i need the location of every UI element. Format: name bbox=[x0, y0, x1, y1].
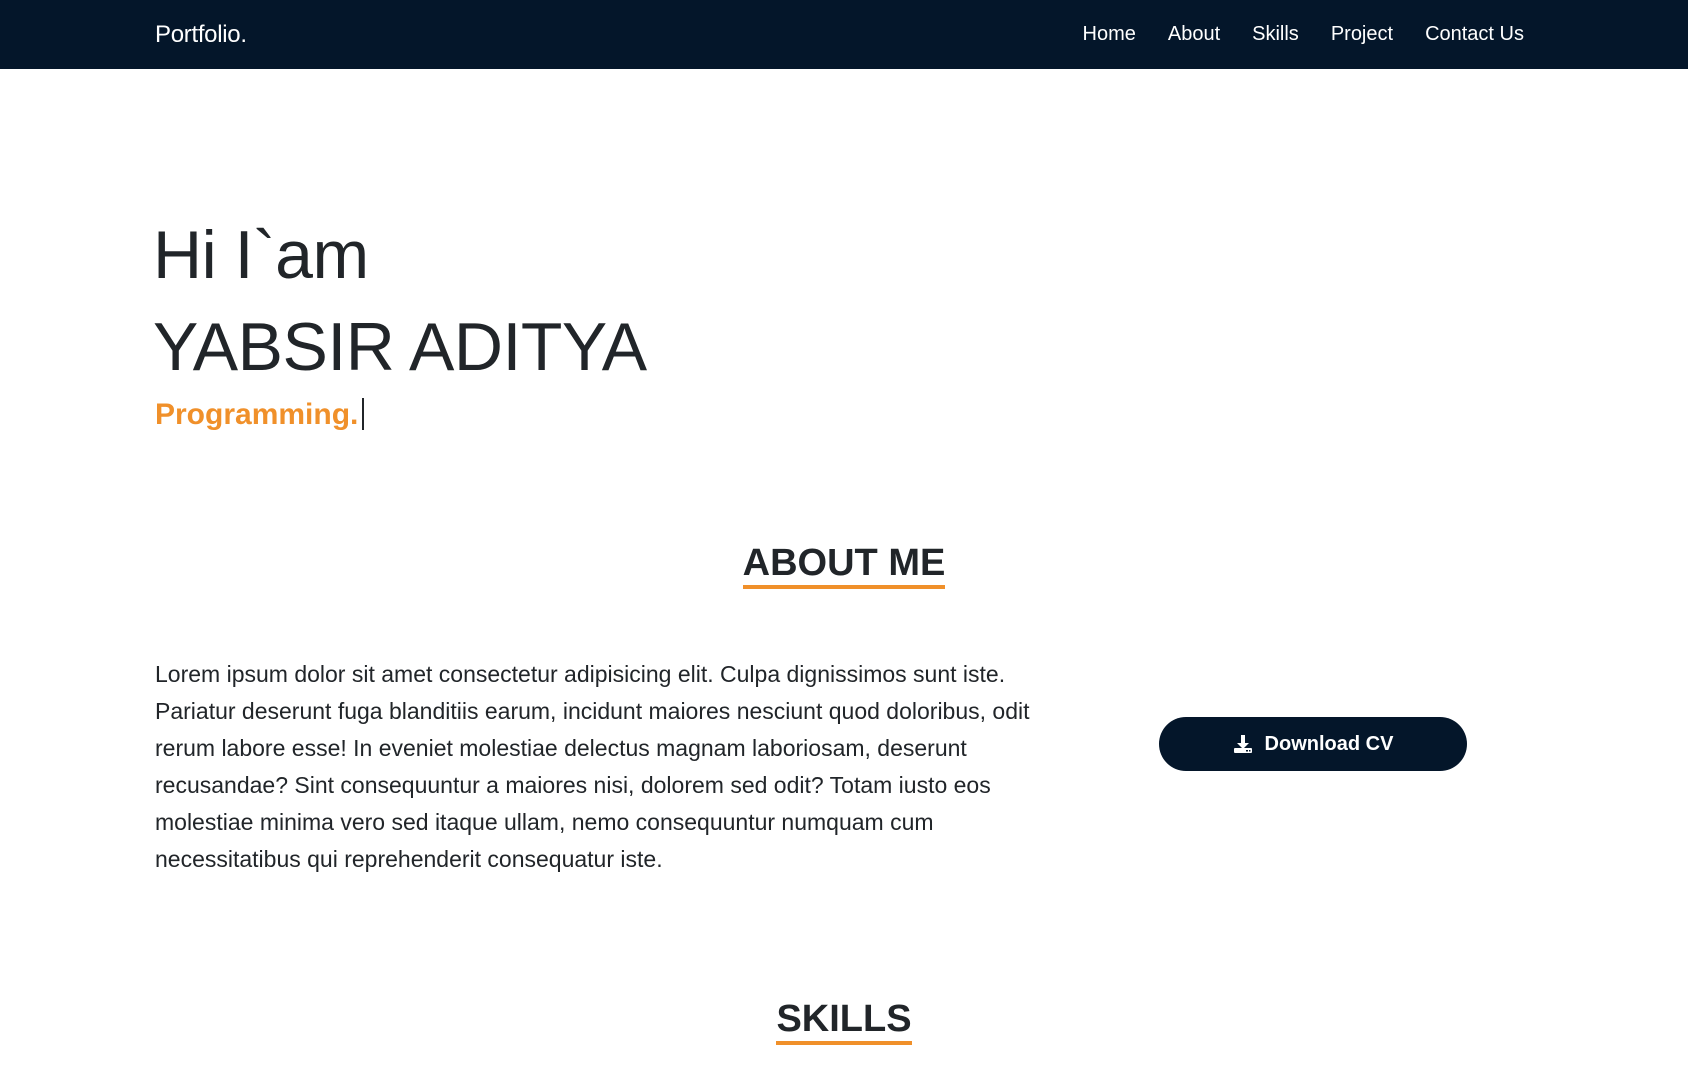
hero-role: Programming. bbox=[155, 398, 359, 431]
navbar: Portfolio. Home About Skills Project Con… bbox=[0, 0, 1688, 69]
nav-link-project[interactable]: Project bbox=[1331, 23, 1393, 46]
nav-link-about[interactable]: About bbox=[1168, 23, 1220, 46]
download-cv-label: Download CV bbox=[1264, 732, 1394, 755]
skills-title: SKILLS bbox=[776, 999, 912, 1045]
nav-link-skills[interactable]: Skills bbox=[1252, 23, 1299, 46]
skills-heading: SKILLS bbox=[0, 998, 1688, 1045]
nav-link-contact[interactable]: Contact Us bbox=[1425, 23, 1524, 46]
download-icon bbox=[1233, 734, 1253, 754]
nav-links: Home About Skills Project Contact Us bbox=[1083, 0, 1524, 69]
nav-link-home[interactable]: Home bbox=[1083, 23, 1136, 46]
about-heading: ABOUT ME bbox=[0, 542, 1688, 589]
about-text: Lorem ipsum dolor sit amet consectetur a… bbox=[155, 661, 1030, 872]
hero-role-line: Programming. bbox=[155, 394, 365, 436]
download-cv-button[interactable]: Download CV bbox=[1159, 717, 1467, 771]
typing-caret bbox=[362, 398, 365, 430]
brand-logo[interactable]: Portfolio. bbox=[155, 0, 247, 69]
hero-name: YABSIR ADITYA bbox=[153, 309, 647, 385]
about-title: ABOUT ME bbox=[742, 543, 946, 589]
hero-greeting: Hi I`am bbox=[153, 217, 369, 293]
